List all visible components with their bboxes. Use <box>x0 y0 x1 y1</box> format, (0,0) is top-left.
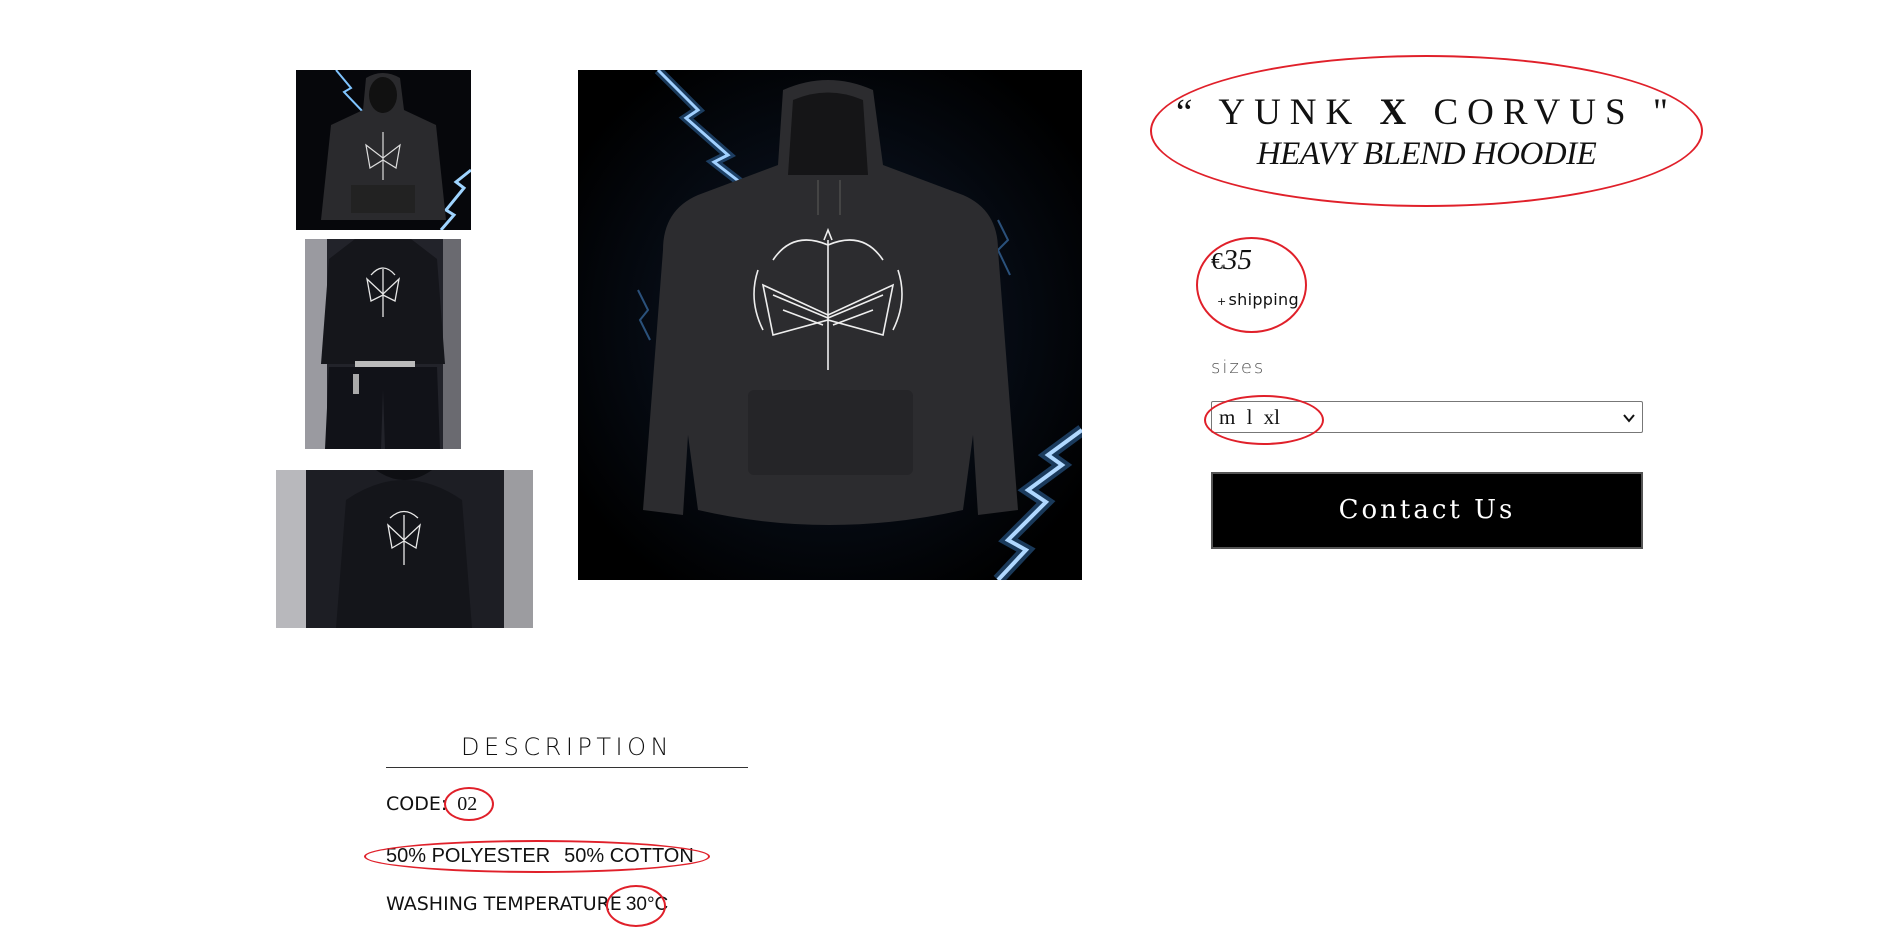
shipping-plus: + <box>1217 295 1227 308</box>
main-product-image[interactable] <box>578 70 1082 580</box>
price: €35 <box>1211 244 1252 277</box>
hoodie-main-image <box>578 70 1082 580</box>
thumbnail-2[interactable] <box>305 239 461 449</box>
sizes-label: sizes <box>1211 357 1266 378</box>
title-quote-open: “ <box>1176 92 1202 133</box>
washing-line: WASHING TEMPERATURE 30°C <box>386 893 668 916</box>
washing-label: WASHING TEMPERATURE <box>386 893 622 915</box>
composition-line: 50% POLYESTER 50% COTTON <box>386 845 694 868</box>
product-title: “ YUNK X CORVUS " HEAVY BLEND HOODIE <box>1150 55 1703 207</box>
title-brand-a: YUNK <box>1218 92 1362 133</box>
thumbnail-1[interactable] <box>296 70 471 230</box>
shipping-note: + shipping <box>1217 290 1299 309</box>
composition-cotton: 50% COTTON <box>564 845 694 867</box>
price-amount: 35 <box>1223 244 1252 276</box>
composition-polyester: 50% POLYESTER <box>386 845 551 867</box>
washing-value: 30°C <box>625 894 669 915</box>
product-title-line: “ YUNK X CORVUS " <box>1150 91 1703 134</box>
shipping-label: shipping <box>1228 290 1299 309</box>
title-x: X <box>1379 92 1416 133</box>
price-currency: € <box>1211 249 1223 275</box>
chevron-down-icon <box>1623 414 1635 423</box>
size-select[interactable]: m l xl <box>1211 401 1643 433</box>
code-label: CODE: <box>386 793 448 815</box>
contact-us-button[interactable]: Contact Us <box>1211 472 1643 549</box>
code-line: CODE: 02 <box>386 793 477 816</box>
size-select-value: m l xl <box>1219 405 1281 429</box>
title-quote-close: " <box>1652 92 1677 133</box>
description-heading: DESCRIPTION <box>386 733 748 768</box>
hoodie-thumbnail-image <box>296 70 471 230</box>
title-brand-b: CORVUS <box>1433 92 1635 133</box>
thumbnail-3[interactable] <box>276 470 533 628</box>
hoodie-worn-image <box>305 239 461 449</box>
code-value: 02 <box>457 793 478 815</box>
product-subtitle: HEAVY BLEND HOODIE <box>1256 136 1597 172</box>
hoodie-closeup-image <box>276 470 533 628</box>
